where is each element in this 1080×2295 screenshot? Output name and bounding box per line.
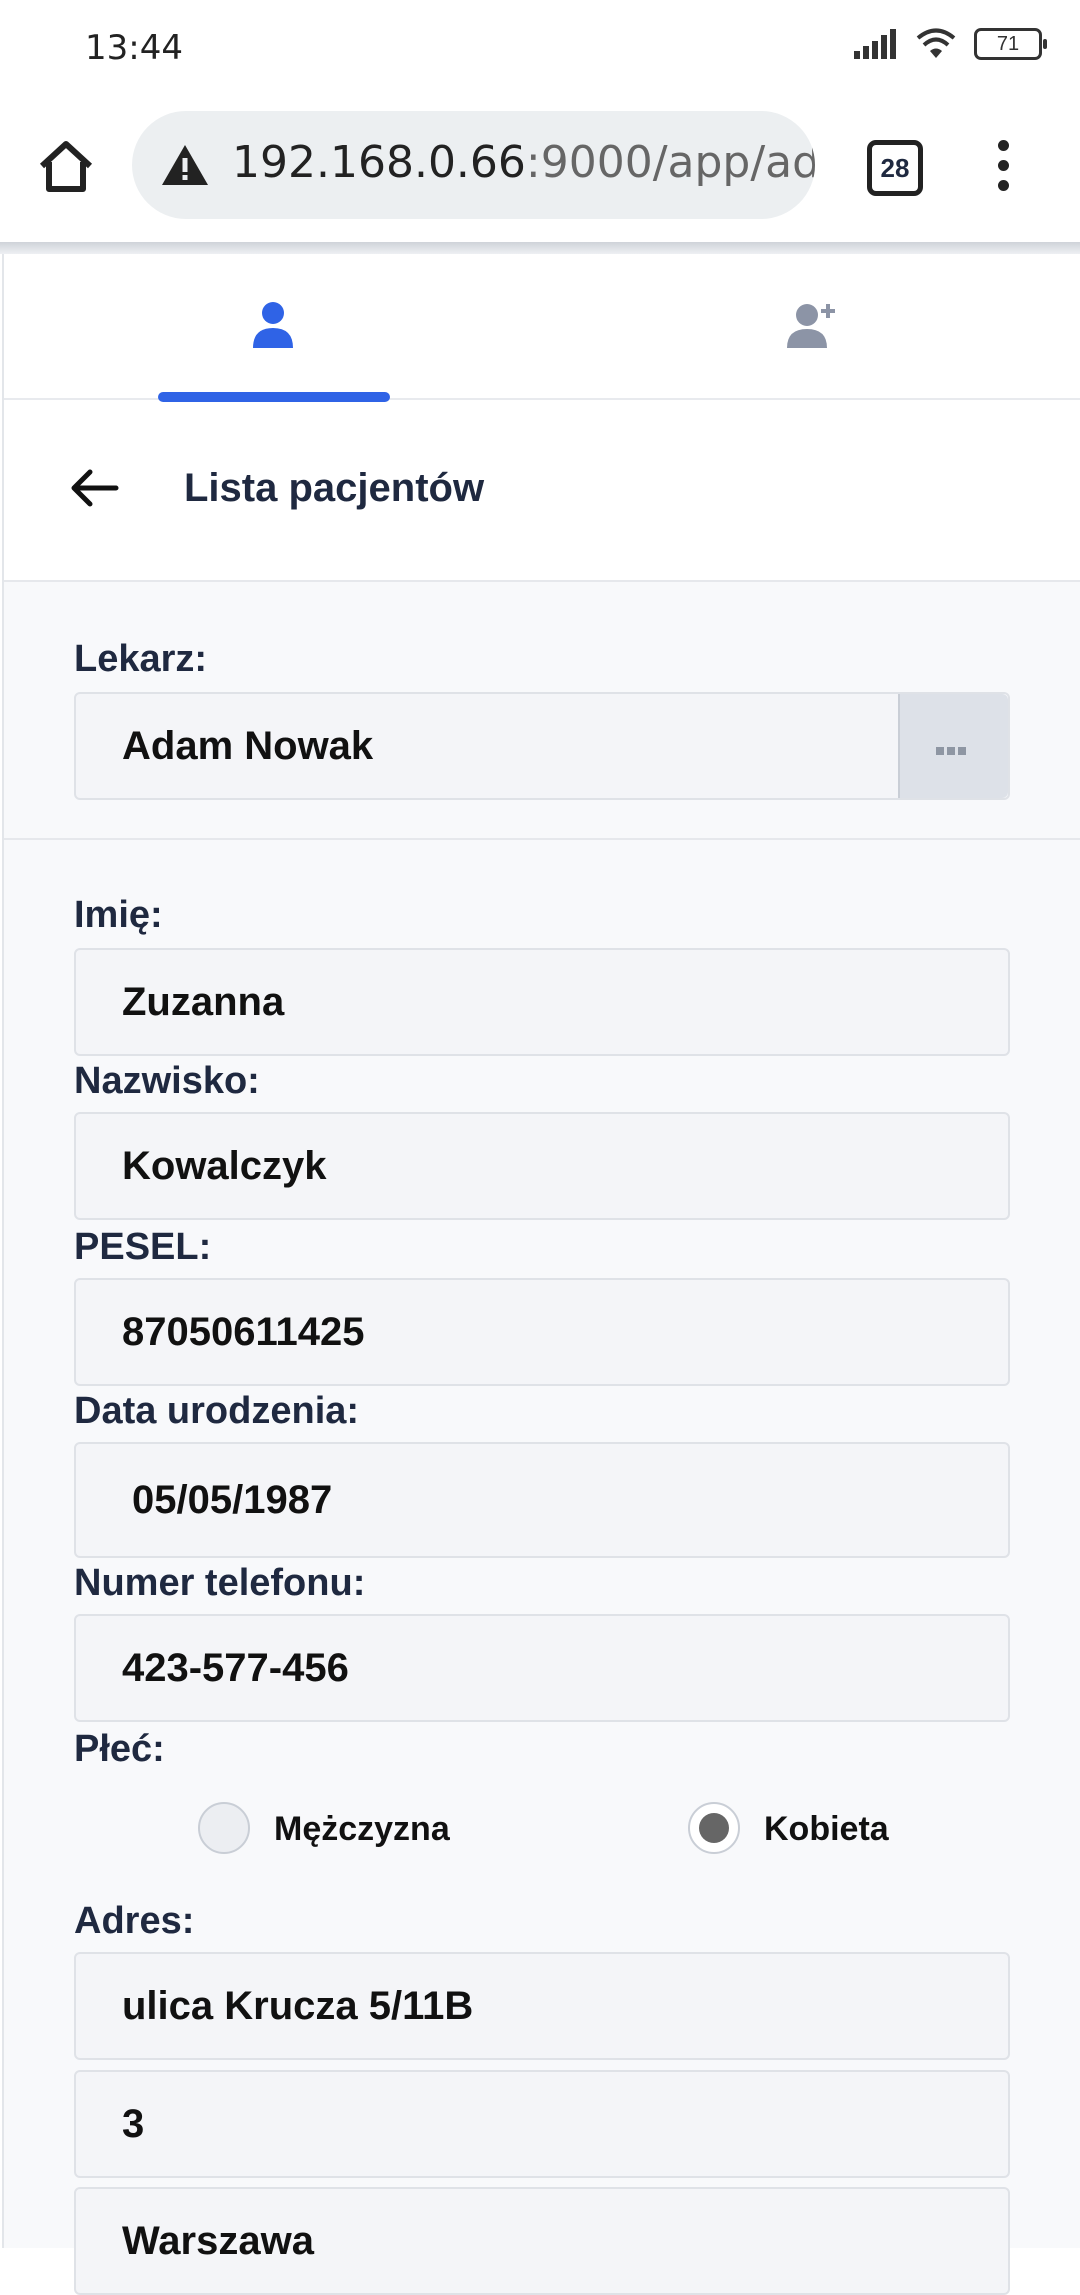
toolbar-shadow (0, 242, 1080, 254)
gender-radio-group: Mężczyzna Kobieta (4, 1792, 1080, 1872)
doctor-value: Adam Nowak (122, 724, 374, 768)
arrow-left-icon[interactable] (66, 460, 122, 516)
tab-patients[interactable] (4, 254, 542, 398)
home-icon[interactable] (34, 134, 98, 198)
last-name-value: Kowalczyk (122, 1144, 327, 1188)
doctor-label: Lekarz: (74, 638, 208, 680)
doctor-field[interactable]: Adam Nowak (74, 692, 1010, 800)
url-text: 192.168.0.66:9000/app/adm (232, 137, 815, 188)
address-city-field[interactable]: Warszawa (74, 2187, 1010, 2295)
radio-female[interactable] (688, 1802, 740, 1854)
first-name-value: Zuzanna (122, 980, 285, 1024)
user-add-icon (787, 304, 835, 348)
wifi-icon (916, 28, 956, 58)
app-container: Lista pacjentów Lekarz: Adam Nowak Imię:… (2, 254, 1080, 2295)
last-name-field[interactable]: Kowalczyk (74, 1112, 1010, 1220)
gender-label: Płeć: (74, 1728, 165, 1770)
status-bar: 13:44 71 (0, 0, 1080, 96)
birthdate-field[interactable]: 05/05/1987 (74, 1442, 1010, 1558)
pesel-label: PESEL: (74, 1226, 212, 1268)
patient-form: Lekarz: Adam Nowak Imię: Zuzanna Nazwisk… (4, 582, 1080, 2295)
signal-icon (854, 29, 896, 59)
address-line2-value: 3 (122, 2102, 145, 2146)
first-name-field[interactable]: Zuzanna (74, 948, 1010, 1056)
page-header: Lista pacjentów (4, 400, 1080, 582)
phone-field[interactable]: 423-577-456 (74, 1614, 1010, 1722)
birthdate-value: 05/05/1987 (132, 1478, 333, 1522)
doctor-section: Lekarz: Adam Nowak (4, 582, 1080, 840)
radio-female-label[interactable]: Kobieta (764, 1810, 889, 1849)
doctor-picker-button[interactable] (898, 694, 1008, 798)
address-street-value: ulica Krucza 5/11B (122, 1984, 474, 2028)
app-tab-bar (4, 254, 1080, 402)
user-icon (253, 302, 293, 348)
phone-label: Numer telefonu: (74, 1562, 366, 1604)
address-bar[interactable]: 192.168.0.66:9000/app/adm (132, 111, 815, 219)
address-street-field[interactable]: ulica Krucza 5/11B (74, 1952, 1010, 2060)
radio-male-label[interactable]: Mężczyzna (274, 1810, 450, 1849)
address-city-value: Warszawa (122, 2219, 314, 2263)
birthdate-label: Data urodzenia: (74, 1390, 360, 1432)
more-vert-icon[interactable] (988, 140, 1018, 196)
url-host: 192.168.0.66 (232, 137, 526, 188)
browser-toolbar: 192.168.0.66:9000/app/adm 28 (0, 96, 1080, 242)
url-path: :9000/app/adm (525, 137, 815, 188)
more-horiz-icon (936, 742, 970, 755)
status-time: 13:44 (85, 28, 183, 68)
address-label: Adres: (74, 1900, 195, 1942)
pesel-field[interactable]: 87050611425 (74, 1278, 1010, 1386)
radio-male[interactable] (198, 1802, 250, 1854)
tab-add-patient[interactable] (542, 254, 1080, 398)
battery-icon: 71 (974, 28, 1047, 60)
tabs-icon[interactable]: 28 (867, 140, 923, 196)
phone-value: 423-577-456 (122, 1646, 349, 1690)
last-name-label: Nazwisko: (74, 1060, 260, 1102)
first-name-label: Imię: (74, 894, 163, 936)
page-title: Lista pacjentów (184, 466, 485, 510)
pesel-value: 87050611425 (122, 1310, 365, 1354)
address-line2-field[interactable]: 3 (74, 2070, 1010, 2178)
status-icons: 71 (854, 28, 1047, 60)
warning-icon[interactable] (160, 143, 210, 187)
